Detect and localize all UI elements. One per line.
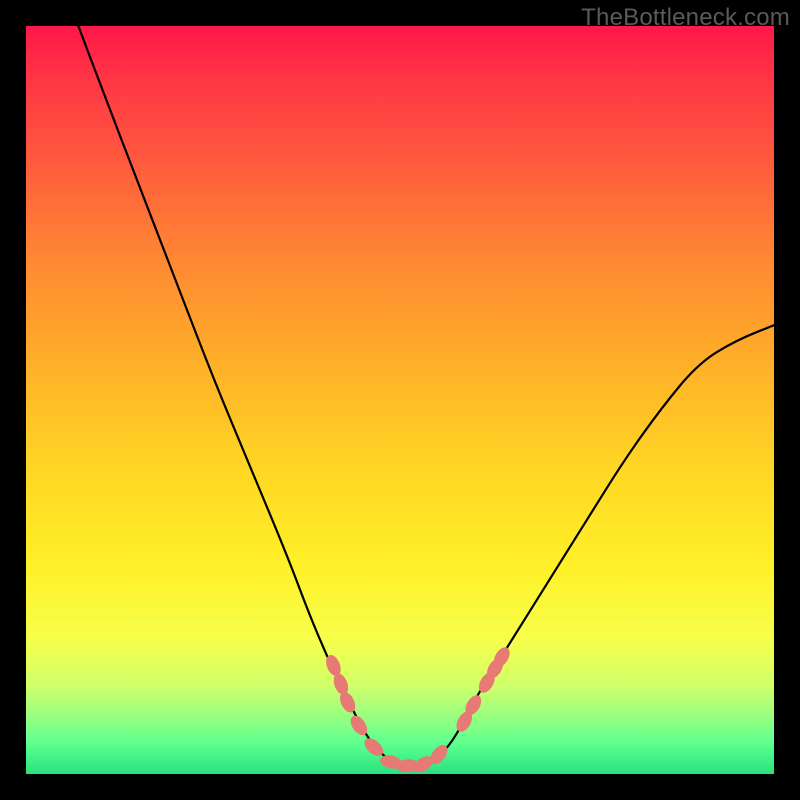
plot-area [26, 26, 774, 774]
curve-marker [427, 742, 451, 767]
curve-marker [323, 653, 343, 678]
curve-markers [323, 645, 513, 774]
curve-marker [331, 672, 351, 697]
curve-marker [347, 713, 370, 738]
curve-marker [379, 753, 403, 771]
curve-marker [476, 670, 498, 696]
curve-marker [361, 735, 386, 759]
curve-marker [337, 689, 358, 714]
chart-frame: TheBottleneck.com [0, 0, 800, 800]
curve-layer [26, 26, 774, 774]
curve-marker [462, 692, 484, 718]
curve-marker [484, 656, 506, 682]
curve-marker [396, 758, 419, 773]
bottleneck-curve [78, 26, 774, 767]
curve-marker [410, 753, 436, 774]
curve-marker [453, 709, 475, 735]
watermark-text: TheBottleneck.com [581, 4, 790, 32]
curve-marker [490, 645, 512, 671]
